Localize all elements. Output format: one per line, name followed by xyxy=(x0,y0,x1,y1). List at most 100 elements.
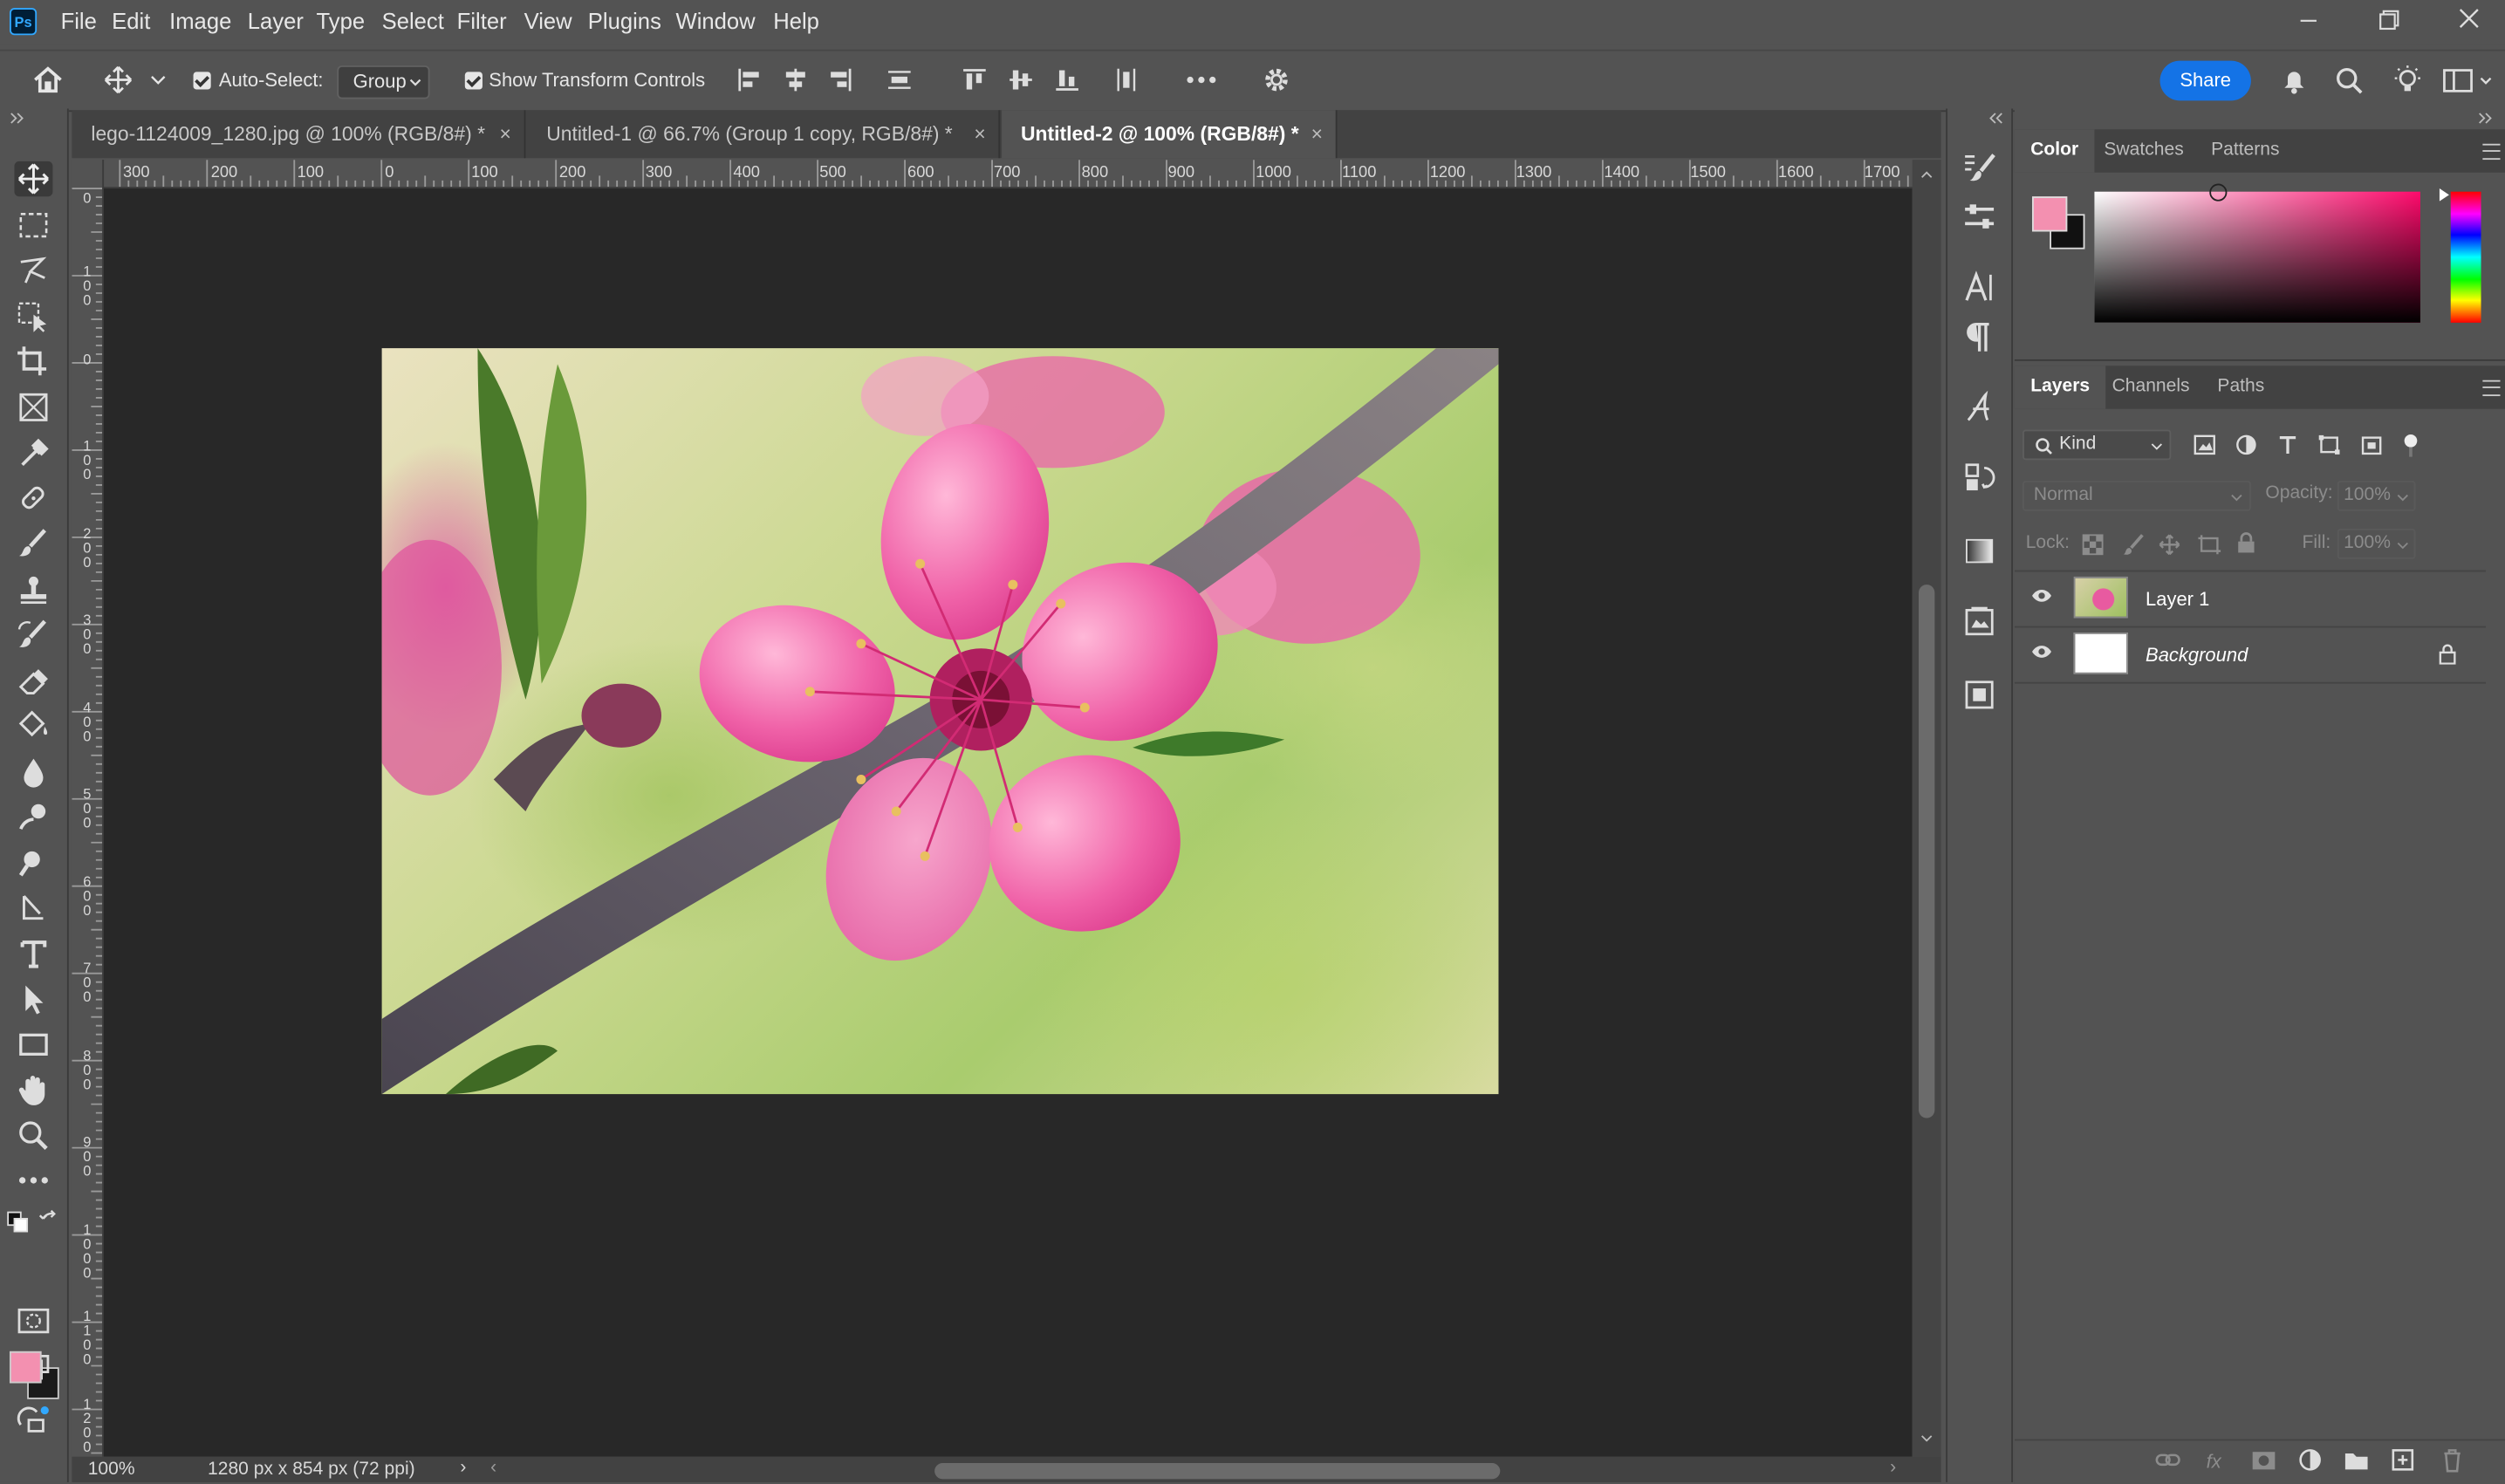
foreground-color-swatch[interactable] xyxy=(9,1351,42,1384)
link-layers-icon[interactable] xyxy=(2155,1447,2180,1473)
lock-all-icon[interactable] xyxy=(2236,532,2255,555)
scroll-down-icon[interactable] xyxy=(1920,1434,1934,1444)
tab-color[interactable]: Color xyxy=(2014,129,2095,173)
layer-visibility-eye-icon[interactable] xyxy=(2030,644,2053,660)
generative-fill-icon[interactable] xyxy=(14,1402,52,1437)
background-layer-name[interactable]: Background xyxy=(2146,644,2248,667)
menu-select[interactable]: Select xyxy=(382,8,444,33)
adjustments-sliders-icon[interactable] xyxy=(1961,200,1996,235)
align-left-edges-icon[interactable] xyxy=(735,65,763,94)
tab-close-icon[interactable]: × xyxy=(500,110,511,158)
layer-style-fx-button[interactable]: fx xyxy=(2207,1450,2221,1473)
move-tool-preset-icon[interactable] xyxy=(102,64,173,96)
menu-file[interactable]: File xyxy=(61,8,97,33)
restore-icon[interactable] xyxy=(2371,4,2406,37)
menu-image[interactable]: Image xyxy=(169,8,231,33)
settings-gear-icon[interactable] xyxy=(1261,64,1293,96)
vertical-scroll-thumb[interactable] xyxy=(1919,585,1935,1118)
share-button[interactable]: Share xyxy=(2159,60,2251,101)
color-picker-field[interactable] xyxy=(2094,183,2420,323)
search-icon[interactable] xyxy=(2334,65,2366,98)
hand-tool-icon[interactable] xyxy=(14,1071,52,1106)
frame-tool-icon[interactable] xyxy=(14,390,52,425)
menu-help[interactable]: Help xyxy=(773,8,819,33)
tab-layers[interactable]: Layers xyxy=(2014,366,2106,409)
properties-panel-icon[interactable] xyxy=(1961,677,1996,712)
layer-row-layer-1[interactable]: Layer 1 xyxy=(2018,571,2485,626)
align-top-edges-icon[interactable] xyxy=(960,65,989,94)
layer-lock-icon[interactable] xyxy=(2438,644,2457,665)
lock-image-pixels-icon[interactable] xyxy=(2122,533,2145,556)
filter-smart-objects-icon[interactable] xyxy=(2361,434,2384,455)
rectangular-marquee-tool-icon[interactable] xyxy=(14,208,52,243)
scroll-up-icon[interactable] xyxy=(1920,169,1934,179)
color-picker-cursor[interactable] xyxy=(2209,183,2228,202)
type-tool-icon[interactable] xyxy=(14,936,52,971)
zoom-level[interactable]: 100% xyxy=(88,1460,135,1479)
menu-view[interactable]: View xyxy=(524,8,572,33)
status-menu-arrow[interactable]: › xyxy=(460,1459,466,1478)
tab-document-1[interactable]: lego-1124009_1280.jpg @ 100% (RGB/8#) * … xyxy=(72,110,526,159)
align-vertical-centers-icon[interactable] xyxy=(1007,65,1036,94)
dodge-tool-icon[interactable] xyxy=(14,798,52,833)
brush-settings-icon[interactable] xyxy=(1961,150,1996,185)
pen-path-tool-icon[interactable] xyxy=(14,890,52,925)
horizontal-scroll-thumb[interactable] xyxy=(934,1463,1501,1480)
paragraph-panel-icon[interactable] xyxy=(1961,319,1996,354)
swap-colors-icon[interactable] xyxy=(38,1209,61,1232)
auto-select-checkbox[interactable] xyxy=(193,72,211,90)
eyedropper-tool-icon[interactable] xyxy=(14,434,52,469)
minimize-icon[interactable] xyxy=(2291,4,2326,37)
filter-type-layers-icon[interactable] xyxy=(2276,434,2299,455)
collapse-panels-icon[interactable] xyxy=(2478,112,2494,125)
show-transform-controls-checkbox[interactable] xyxy=(464,72,483,90)
tab-paths[interactable]: Paths xyxy=(2201,366,2280,408)
tab-swatches[interactable]: Swatches xyxy=(2088,129,2200,172)
scroll-left-icon[interactable]: ‹ xyxy=(490,1459,496,1478)
tab-patterns[interactable]: Patterns xyxy=(2195,129,2296,172)
rectangle-tool-icon[interactable] xyxy=(14,1027,52,1062)
vertical-ruler[interactable]: 0 100 0 100 200 300 400 500 600 700 800 … xyxy=(72,160,105,1457)
libraries-panel-icon[interactable] xyxy=(1961,604,1996,639)
new-group-folder-icon[interactable] xyxy=(2344,1447,2369,1473)
collapse-dock-icon[interactable] xyxy=(1989,112,2005,125)
fill-input[interactable]: 100% xyxy=(2337,528,2416,559)
scroll-right-icon[interactable]: › xyxy=(1890,1459,1896,1478)
auto-select-target-dropdown[interactable]: Group xyxy=(337,65,430,99)
color-panel-menu-icon[interactable] xyxy=(2482,143,2501,161)
tab-document-2[interactable]: Untitled-1 @ 66.7% (Group 1 copy, RGB/8#… xyxy=(527,110,1001,159)
brush-tool-icon[interactable] xyxy=(14,525,52,560)
background-layer-thumbnail[interactable] xyxy=(2073,632,2128,674)
layer-visibility-eye-icon[interactable] xyxy=(2030,588,2053,604)
filter-shape-layers-icon[interactable] xyxy=(2318,434,2341,455)
lock-position-icon[interactable] xyxy=(2159,533,2181,556)
crop-tool-icon[interactable] xyxy=(14,344,52,379)
edit-toolbar-icon[interactable] xyxy=(14,1163,52,1198)
align-horizontal-centers-icon[interactable] xyxy=(781,65,810,94)
distribute-horizontal-icon[interactable] xyxy=(1112,65,1140,94)
pen-tool-icon[interactable] xyxy=(14,845,52,879)
layer-1-name[interactable]: Layer 1 xyxy=(2146,588,2209,611)
lock-artboard-icon[interactable] xyxy=(2197,533,2222,556)
tab-channels[interactable]: Channels xyxy=(2096,366,2206,408)
layer-1-thumbnail[interactable] xyxy=(2073,576,2128,619)
menu-filter[interactable]: Filter xyxy=(457,8,507,33)
blur-tool-icon[interactable] xyxy=(14,754,52,789)
history-panel-icon[interactable] xyxy=(1961,460,1996,495)
workspace-switcher-icon[interactable] xyxy=(2443,67,2497,96)
more-options-icon[interactable] xyxy=(1186,65,1218,94)
default-colors-icon[interactable] xyxy=(6,1211,29,1234)
document-canvas[interactable] xyxy=(104,188,1913,1457)
filter-adjustment-layers-icon[interactable] xyxy=(2235,434,2258,455)
vertical-scrollbar[interactable] xyxy=(1912,160,1941,1457)
character-panel-icon[interactable] xyxy=(1961,270,1996,304)
history-brush-tool-icon[interactable] xyxy=(14,617,52,652)
hue-slider-marker[interactable] xyxy=(2438,188,2451,202)
pink-blossom-photo[interactable] xyxy=(381,348,1499,1095)
tab-document-3[interactable]: Untitled-2 @ 100% (RGB/8#) * × xyxy=(1002,110,1338,159)
object-selection-tool-icon[interactable] xyxy=(14,298,52,333)
move-tool-icon[interactable] xyxy=(14,161,53,197)
foreground-color-swatch[interactable] xyxy=(2032,196,2068,232)
hue-slider[interactable] xyxy=(2439,188,2481,323)
gradients-panel-icon[interactable] xyxy=(1961,533,1996,568)
